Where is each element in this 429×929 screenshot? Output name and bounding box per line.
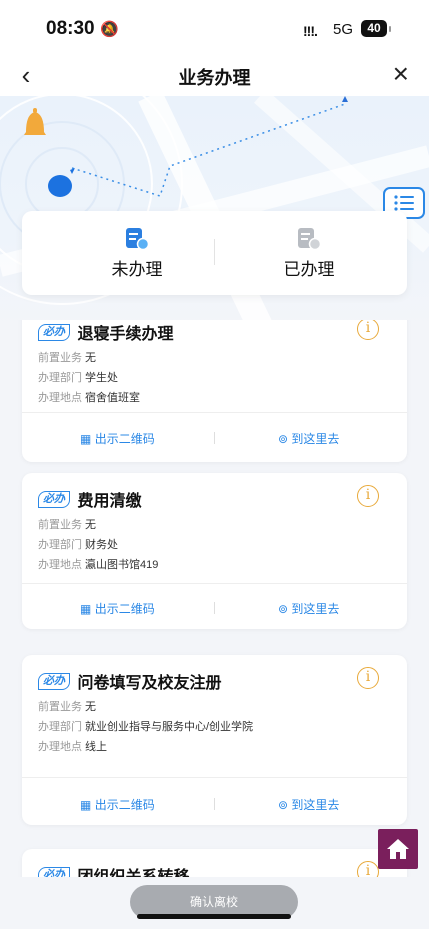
- location-pin-icon: ⊚: [278, 602, 289, 616]
- location-pin-icon: ⊚: [278, 432, 289, 446]
- navigate-label: 到这里去: [291, 798, 340, 812]
- required-badge: 必办: [38, 672, 70, 690]
- card-title: 问卷填写及校友注册: [77, 675, 222, 692]
- close-icon[interactable]: ×: [393, 58, 409, 90]
- tab-done[interactable]: 已办理: [234, 227, 384, 280]
- home-indicator: [137, 914, 291, 919]
- show-qr-label: 出示二维码: [94, 798, 155, 812]
- tab-pending-label: 未办理: [111, 260, 163, 279]
- card-info: 前置业务无 办理部门 就业创业指导与服务中心/创业学院 办理地点 线上: [38, 697, 253, 757]
- info-value: 线上: [85, 741, 107, 753]
- info-label: 办理部门: [38, 721, 82, 733]
- bell-slash-icon: 🔕: [100, 21, 119, 38]
- info-value: 就业创业指导与服务中心/创业学院: [85, 721, 254, 733]
- action-divider: [214, 602, 215, 614]
- show-qr-button[interactable]: ▦ 出示二维码: [80, 430, 155, 447]
- document-pending-icon: [126, 228, 150, 251]
- tab-divider: [214, 239, 215, 265]
- card-header: 必办 问卷填写及校友注册: [38, 669, 222, 692]
- info-icon[interactable]: i: [357, 320, 379, 340]
- network-type: 5G: [333, 21, 354, 38]
- navigate-button[interactable]: ⊚ 到这里去: [278, 796, 339, 813]
- qr-code-icon: ▦: [80, 798, 92, 812]
- nav-bar: ‹ 业务办理 ×: [0, 56, 429, 96]
- task-card: 必办 团组织关系转移 i: [22, 849, 407, 877]
- required-badge: 必办: [38, 866, 70, 877]
- navigate-label: 到这里去: [291, 432, 340, 446]
- card-title: 费用清缴: [77, 493, 142, 510]
- tabs-card: 未办理 已办理: [22, 211, 407, 295]
- task-card: 必办 费用清缴 i 前置业务无 办理部门 财务处 办理地点 瀛山图书馆419 ▦ 出…: [22, 473, 407, 629]
- card-divider: [22, 583, 407, 584]
- card-title: 退寝手续办理: [77, 326, 174, 343]
- info-value: 无: [85, 352, 96, 364]
- info-label: 办理地点: [38, 392, 82, 404]
- qr-code-icon: ▦: [80, 432, 92, 446]
- list-icon: [394, 195, 414, 211]
- show-qr-label: 出示二维码: [94, 602, 155, 616]
- info-icon[interactable]: i: [357, 861, 379, 877]
- show-qr-button[interactable]: ▦ 出示二维码: [80, 600, 155, 617]
- signal-icon: !!!.: [303, 23, 318, 39]
- task-card: 必办 问卷填写及校友注册 i 前置业务无 办理部门 就业创业指导与服务中心/创业学…: [22, 655, 407, 825]
- card-header: 必办 费用清缴: [38, 487, 142, 510]
- info-value: 瀛山图书馆419: [85, 559, 159, 571]
- info-value: 无: [85, 519, 96, 531]
- info-icon[interactable]: i: [357, 667, 379, 689]
- task-list[interactable]: 必办 退寝手续办理 i 前置业务无 办理部门 学生处 办理地点 宿舍值班室 ▦ 出示…: [0, 320, 429, 877]
- show-qr-button[interactable]: ▦ 出示二维码: [80, 796, 155, 813]
- info-label: 办理地点: [38, 741, 82, 753]
- home-button[interactable]: [378, 829, 418, 869]
- document-done-icon: [298, 228, 322, 251]
- info-label: 前置业务: [38, 701, 82, 713]
- navigate-button[interactable]: ⊚ 到这里去: [278, 430, 339, 447]
- card-title: 团组织关系转移: [77, 863, 189, 877]
- card-divider: [22, 412, 407, 413]
- navigate-button[interactable]: ⊚ 到这里去: [278, 600, 339, 617]
- info-value: 宿舍值班室: [85, 392, 140, 404]
- info-value: 无: [85, 701, 96, 713]
- qr-code-icon: ▦: [80, 602, 92, 616]
- card-divider: [22, 777, 407, 778]
- status-time: 08:30: [46, 18, 95, 39]
- card-info: 前置业务无 办理部门 财务处 办理地点 瀛山图书馆419: [38, 515, 158, 575]
- action-divider: [214, 798, 215, 810]
- card-header: 必办 退寝手续办理: [38, 320, 174, 343]
- info-icon[interactable]: i: [357, 485, 379, 507]
- info-value: 学生处: [85, 372, 118, 384]
- info-label: 前置业务: [38, 519, 82, 531]
- required-badge: 必办: [38, 323, 70, 341]
- show-qr-label: 出示二维码: [94, 432, 155, 446]
- home-icon: [387, 839, 409, 859]
- battery-icon: 40: [361, 20, 391, 37]
- action-divider: [214, 432, 215, 444]
- location-pin-icon: ⊚: [278, 798, 289, 812]
- page-title: 业务办理: [178, 68, 251, 88]
- navigate-label: 到这里去: [291, 602, 340, 616]
- status-bar: 08:30 🔕 !!!. 5G 40: [0, 0, 429, 56]
- info-value: 财务处: [85, 539, 118, 551]
- tab-done-label: 已办理: [283, 260, 335, 279]
- info-label: 办理部门: [38, 372, 82, 384]
- task-card: 必办 退寝手续办理 i 前置业务无 办理部门 学生处 办理地点 宿舍值班室 ▦ 出示…: [22, 320, 407, 462]
- card-header: 必办 团组织关系转移: [38, 863, 189, 877]
- info-label: 前置业务: [38, 352, 82, 364]
- info-label: 办理部门: [38, 539, 82, 551]
- tab-pending[interactable]: 未办理: [62, 227, 212, 280]
- info-label: 办理地点: [38, 559, 82, 571]
- required-badge: 必办: [38, 490, 70, 508]
- card-info: 前置业务无 办理部门 学生处 办理地点 宿舍值班室: [38, 348, 140, 408]
